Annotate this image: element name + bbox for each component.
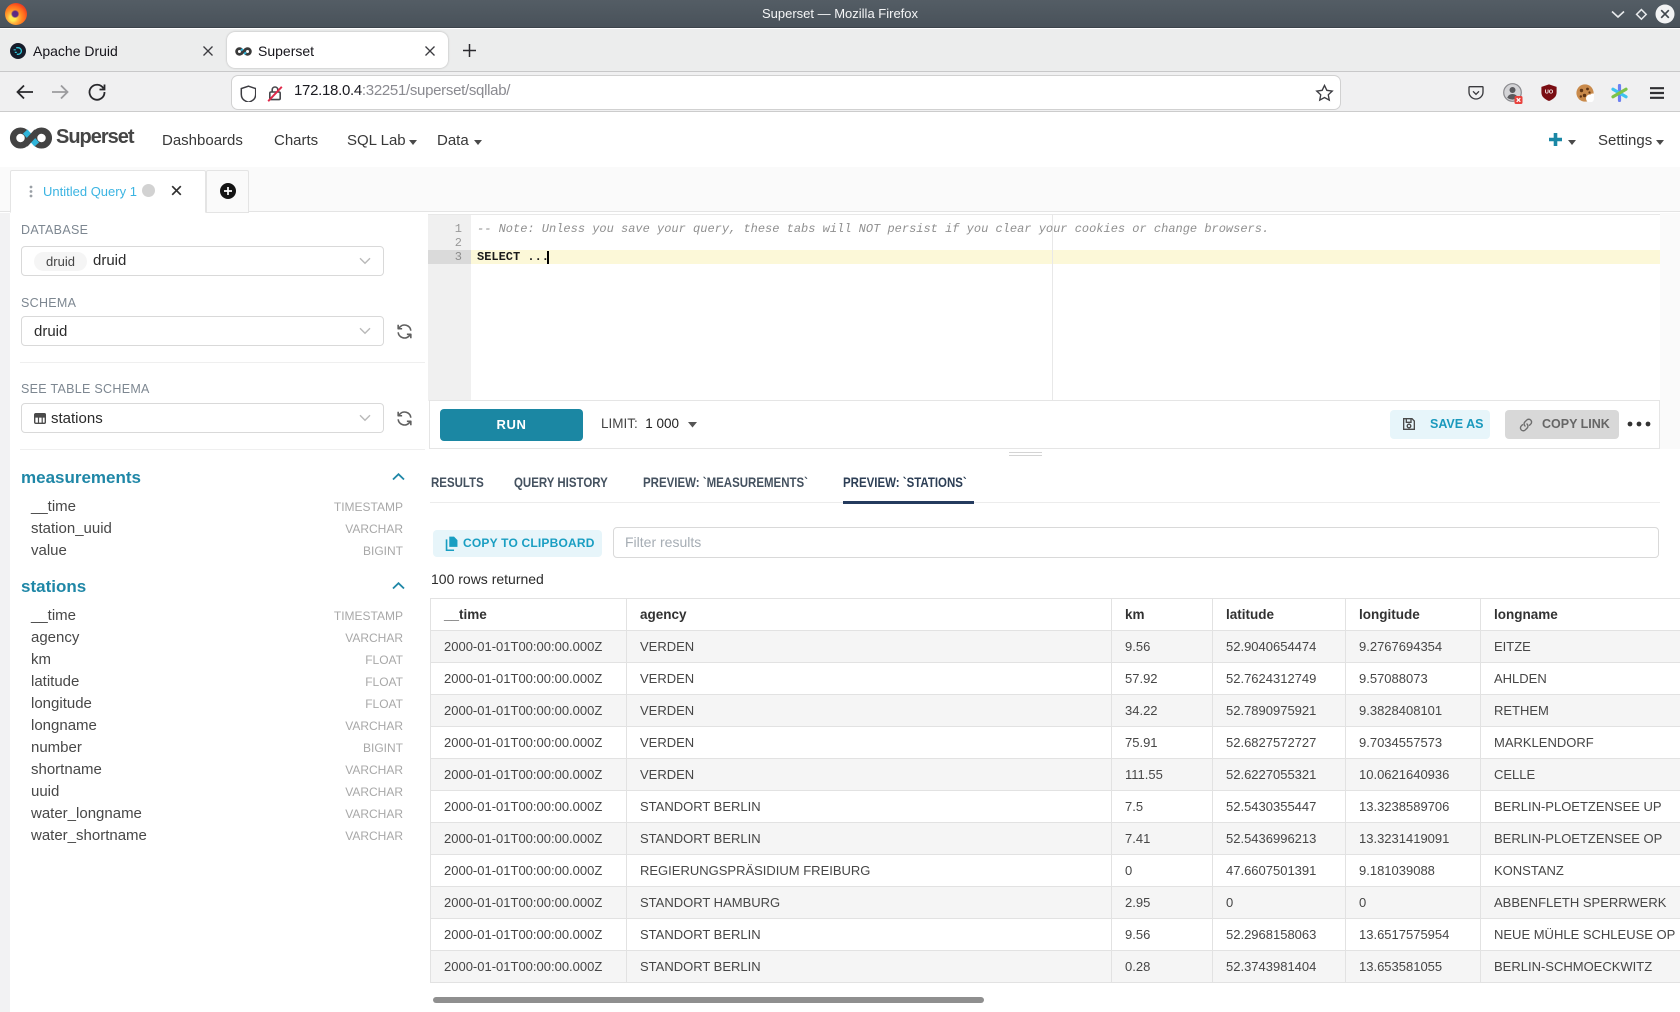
svg-text:UO: UO: [1545, 90, 1554, 96]
